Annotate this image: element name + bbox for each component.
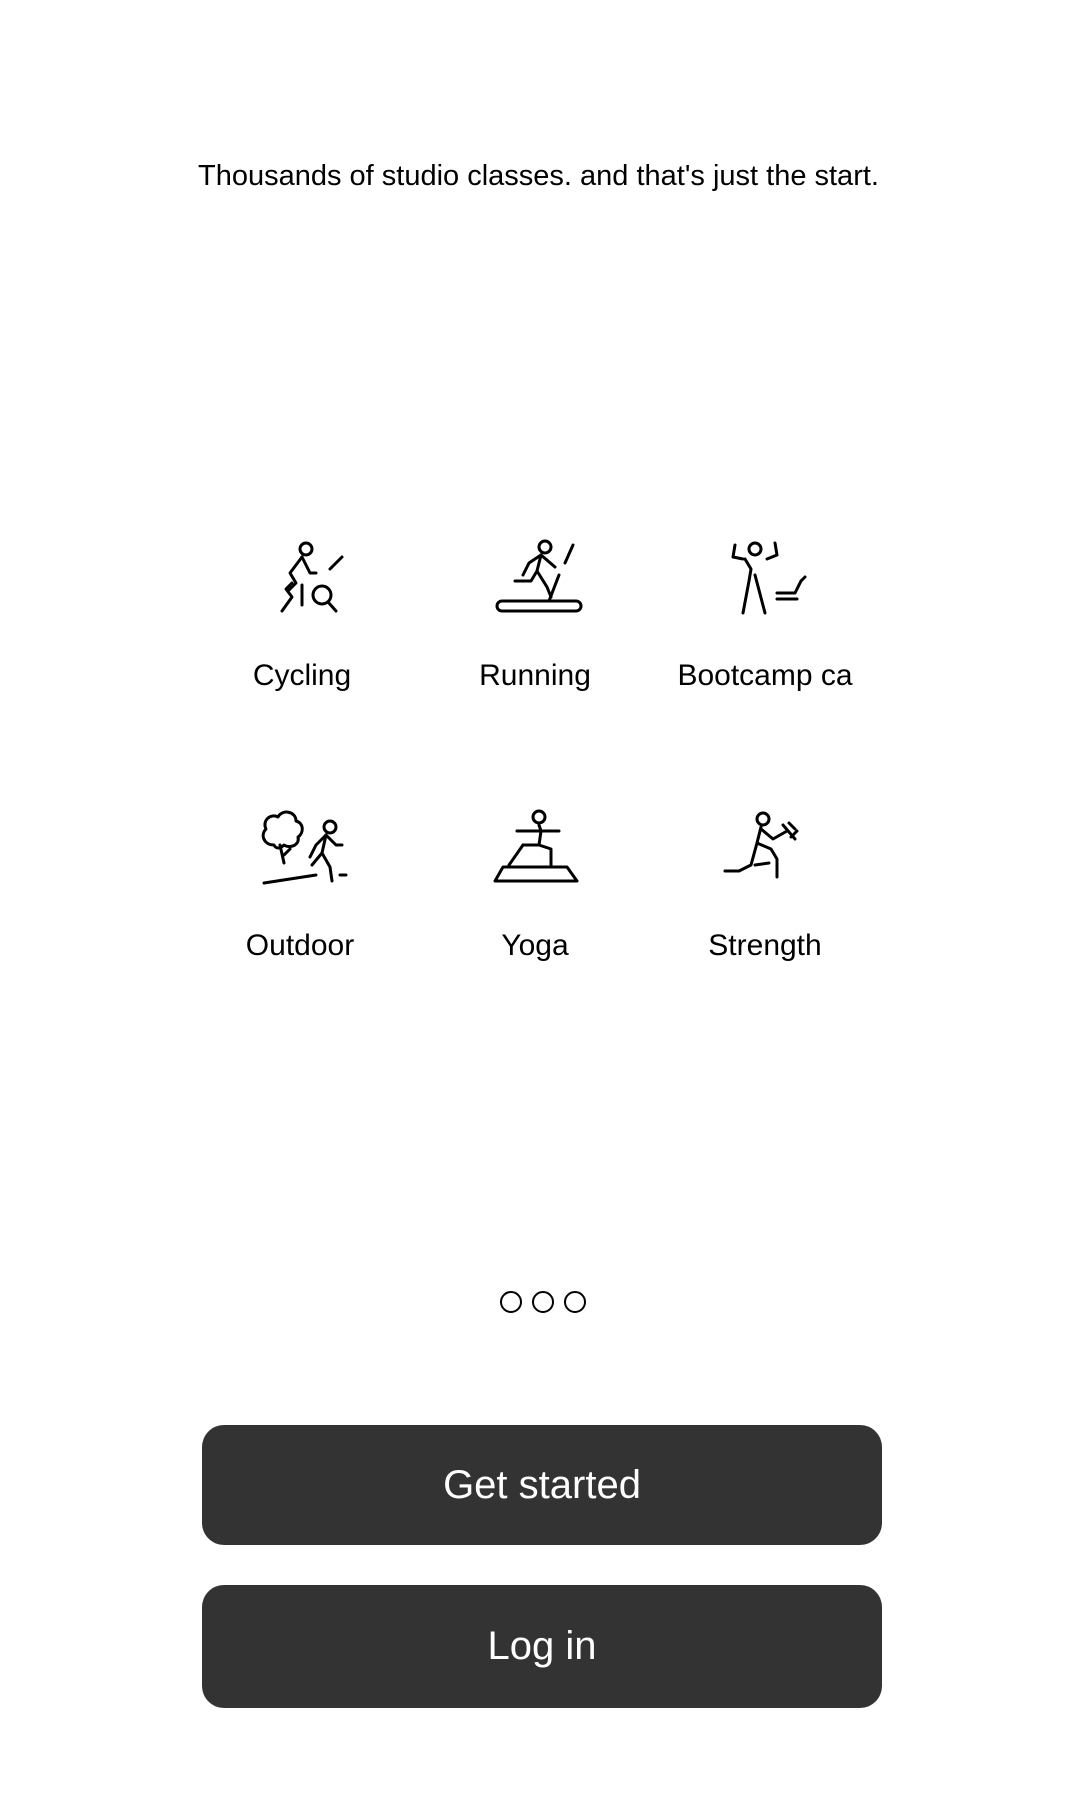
page-dot[interactable] — [532, 1291, 554, 1313]
strength-icon — [715, 805, 815, 905]
bootcamp-icon — [715, 535, 815, 635]
page-dot[interactable] — [500, 1291, 522, 1313]
category-label: Strength — [708, 929, 822, 962]
category-label: Bootcamp ca — [677, 659, 853, 692]
get-started-button[interactable]: Get started — [202, 1425, 882, 1545]
category-grid: Cycling Running Bootcamp ca Outdoor Yoga… — [0, 0, 1080, 1000]
page-indicator — [500, 1291, 586, 1313]
category-label: Running — [479, 659, 591, 692]
category-running[interactable]: Running — [479, 535, 591, 693]
running-icon — [485, 535, 585, 635]
category-strength[interactable]: Strength — [708, 805, 822, 963]
page-dot[interactable] — [564, 1291, 586, 1313]
yoga-icon — [485, 805, 585, 905]
outdoor-icon — [250, 805, 350, 905]
category-cycling[interactable]: Cycling — [252, 535, 352, 693]
category-bootcamp[interactable]: Bootcamp ca — [677, 535, 853, 693]
cycling-icon — [252, 535, 352, 635]
log-in-button[interactable]: Log in — [202, 1585, 882, 1708]
category-yoga[interactable]: Yoga — [485, 805, 585, 963]
category-label: Outdoor — [245, 929, 355, 962]
category-label: Yoga — [501, 929, 569, 962]
category-label: Cycling — [252, 659, 352, 692]
category-outdoor[interactable]: Outdoor — [246, 805, 354, 963]
